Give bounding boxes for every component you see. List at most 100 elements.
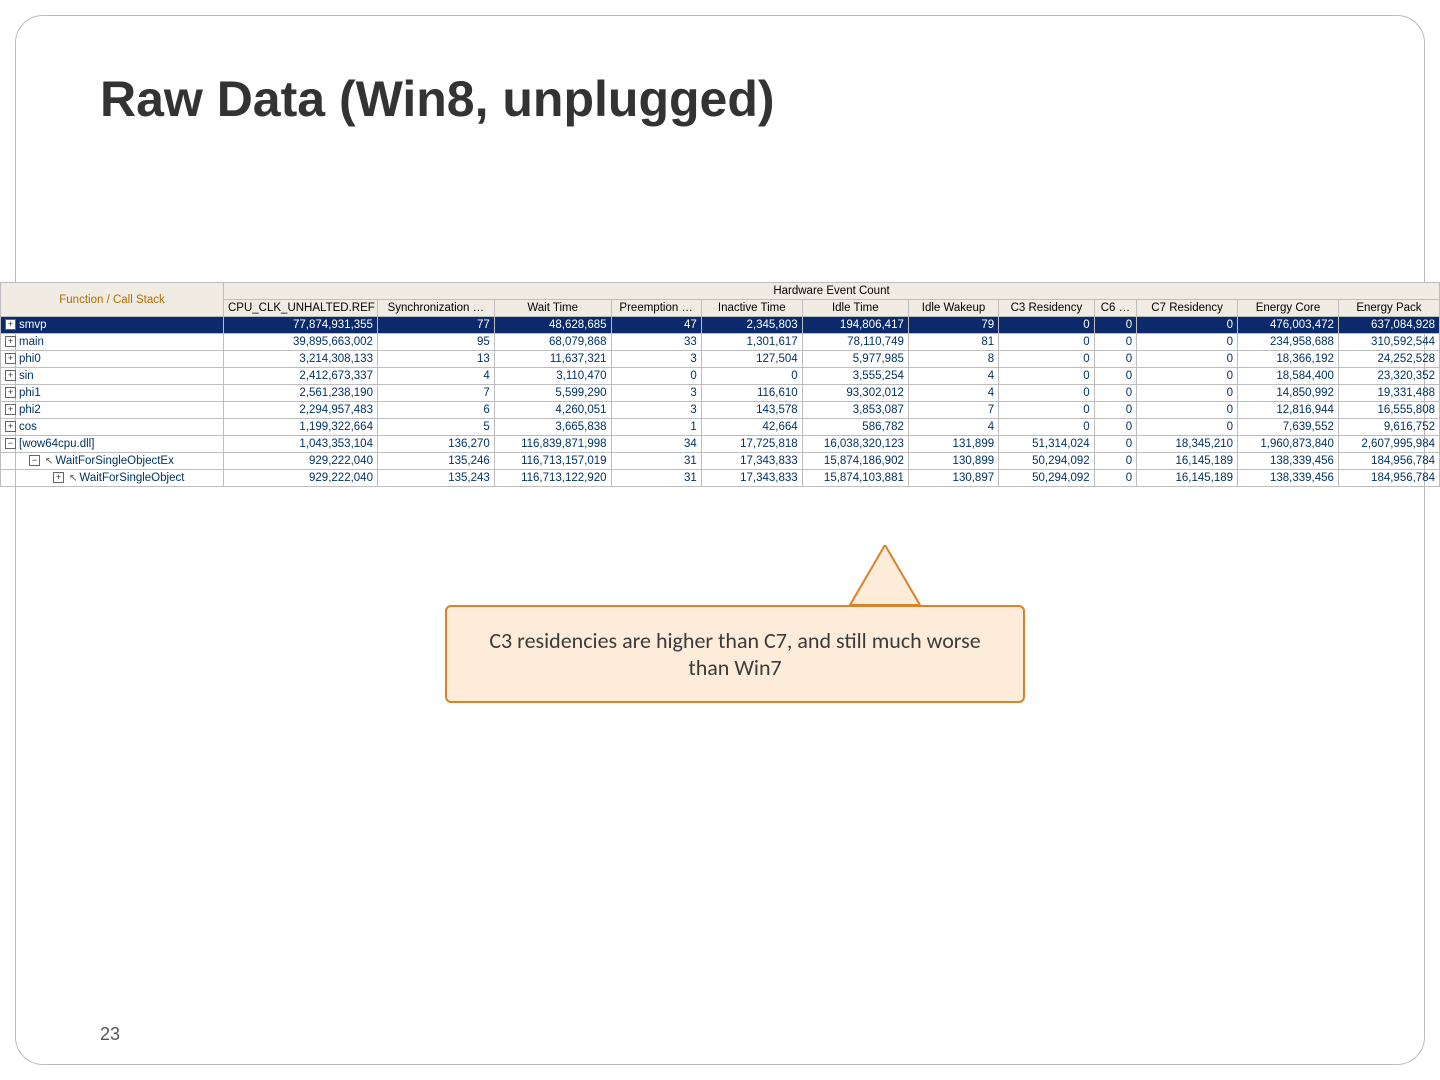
data-cell: 138,339,456 (1238, 470, 1339, 487)
col-header[interactable]: Idle Time (802, 300, 908, 317)
data-cell: 11,637,321 (494, 351, 611, 368)
col-header[interactable]: Inactive Time (701, 300, 802, 317)
data-cell: 0 (611, 368, 701, 385)
data-cell: 77 (377, 317, 494, 334)
col-header[interactable]: C7 Residency (1137, 300, 1238, 317)
function-cell[interactable]: +phi0 (1, 351, 224, 368)
data-cell: 3 (611, 351, 701, 368)
function-cell[interactable]: +main (1, 334, 224, 351)
data-cell: 16,555,808 (1338, 402, 1439, 419)
data-cell: 31 (611, 470, 701, 487)
expand-icon[interactable]: + (5, 336, 16, 347)
function-name: smvp (19, 319, 46, 331)
collapse-icon[interactable]: − (29, 455, 40, 466)
col-header[interactable]: Energy Pack (1338, 300, 1439, 317)
data-cell: 138,339,456 (1238, 453, 1339, 470)
data-cell: 4 (377, 368, 494, 385)
function-cell[interactable]: +sin (1, 368, 224, 385)
function-name: main (19, 336, 44, 348)
col-header[interactable]: C3 Residency (999, 300, 1095, 317)
data-cell: 116,713,157,019 (494, 453, 611, 470)
table-row[interactable]: +phi03,214,308,1331311,637,3213127,5045,… (1, 351, 1440, 368)
data-cell: 5,977,985 (802, 351, 908, 368)
col-header[interactable]: Wait Time (494, 300, 611, 317)
function-name: phi2 (19, 404, 41, 416)
function-cell[interactable]: +↖WaitForSingleObject (1, 470, 224, 487)
data-cell: 1,199,322,664 (224, 419, 378, 436)
data-cell: 7,639,552 (1238, 419, 1339, 436)
expand-icon[interactable]: + (5, 353, 16, 364)
data-table: Function / Call Stack Hardware Event Cou… (0, 282, 1440, 487)
data-cell: 93,302,012 (802, 385, 908, 402)
data-cell: 4,260,051 (494, 402, 611, 419)
data-cell: 3,853,087 (802, 402, 908, 419)
data-cell: 135,243 (377, 470, 494, 487)
function-cell[interactable]: +smvp (1, 317, 224, 334)
col-header[interactable]: CPU_CLK_UNHALTED.REF … (224, 300, 378, 317)
table-row[interactable]: +smvp77,874,931,3557748,628,685472,345,8… (1, 317, 1440, 334)
expand-icon[interactable]: + (5, 387, 16, 398)
data-cell: 194,806,417 (802, 317, 908, 334)
data-cell: 47 (611, 317, 701, 334)
col-header[interactable]: Synchronization … (377, 300, 494, 317)
data-cell: 18,584,400 (1238, 368, 1339, 385)
data-cell: 2,294,957,483 (224, 402, 378, 419)
data-cell: 51,314,024 (999, 436, 1095, 453)
data-cell: 143,578 (701, 402, 802, 419)
col-header[interactable]: Energy Core (1238, 300, 1339, 317)
data-cell: 3 (611, 402, 701, 419)
expand-icon[interactable]: + (5, 319, 16, 330)
table-row[interactable]: −[wow64cpu.dll]1,043,353,104136,270116,8… (1, 436, 1440, 453)
table-row[interactable]: +↖WaitForSingleObject929,222,040135,2431… (1, 470, 1440, 487)
data-cell: 7 (908, 402, 998, 419)
data-cell: 136,270 (377, 436, 494, 453)
function-cell[interactable]: +cos (1, 419, 224, 436)
data-cell: 0 (1137, 351, 1238, 368)
callee-arrow-icon: ↖ (45, 456, 53, 467)
slide-frame (15, 15, 1425, 1065)
col-header-function[interactable]: Function / Call Stack (1, 283, 224, 317)
data-cell: 929,222,040 (224, 453, 378, 470)
function-name: phi1 (19, 387, 41, 399)
data-cell: 3,665,838 (494, 419, 611, 436)
expand-icon[interactable]: + (5, 370, 16, 381)
col-header[interactable]: Preemption … (611, 300, 701, 317)
data-cell: 12,816,944 (1238, 402, 1339, 419)
table-row[interactable]: +phi12,561,238,19075,599,2903116,61093,3… (1, 385, 1440, 402)
function-cell[interactable]: −↖WaitForSingleObjectEx (1, 453, 224, 470)
data-cell: 2,345,803 (701, 317, 802, 334)
data-cell: 4 (908, 419, 998, 436)
table-row[interactable]: +sin2,412,673,33743,110,470003,555,25440… (1, 368, 1440, 385)
data-cell: 42,664 (701, 419, 802, 436)
function-cell[interactable]: +phi1 (1, 385, 224, 402)
collapse-icon[interactable]: − (5, 438, 16, 449)
data-cell: 0 (701, 368, 802, 385)
function-name: WaitForSingleObject (79, 472, 184, 484)
data-cell: 34 (611, 436, 701, 453)
function-cell[interactable]: +phi2 (1, 402, 224, 419)
expand-icon[interactable]: + (53, 472, 64, 483)
data-cell: 50,294,092 (999, 453, 1095, 470)
function-name: WaitForSingleObjectEx (55, 455, 173, 467)
data-cell: 0 (999, 317, 1095, 334)
col-header[interactable]: C6 … (1094, 300, 1136, 317)
data-cell: 77,874,931,355 (224, 317, 378, 334)
table-row[interactable]: +cos1,199,322,66453,665,838142,664586,78… (1, 419, 1440, 436)
expand-icon[interactable]: + (5, 404, 16, 415)
expand-icon[interactable]: + (5, 421, 16, 432)
data-cell: 184,956,784 (1338, 470, 1439, 487)
data-cell: 135,246 (377, 453, 494, 470)
data-cell: 16,038,320,123 (802, 436, 908, 453)
function-name: sin (19, 370, 34, 382)
data-cell: 0 (1137, 419, 1238, 436)
callout-text: C3 residencies are higher than C7, and s… (445, 605, 1025, 703)
function-cell[interactable]: −[wow64cpu.dll] (1, 436, 224, 453)
table-row[interactable]: +main39,895,663,0029568,079,868331,301,6… (1, 334, 1440, 351)
data-cell: 9,616,752 (1338, 419, 1439, 436)
data-cell: 310,592,544 (1338, 334, 1439, 351)
data-cell: 476,003,472 (1238, 317, 1339, 334)
table-row[interactable]: −↖WaitForSingleObjectEx929,222,040135,24… (1, 453, 1440, 470)
col-header[interactable]: Idle Wakeup (908, 300, 998, 317)
table-row[interactable]: +phi22,294,957,48364,260,0513143,5783,85… (1, 402, 1440, 419)
data-cell: 0 (999, 419, 1095, 436)
